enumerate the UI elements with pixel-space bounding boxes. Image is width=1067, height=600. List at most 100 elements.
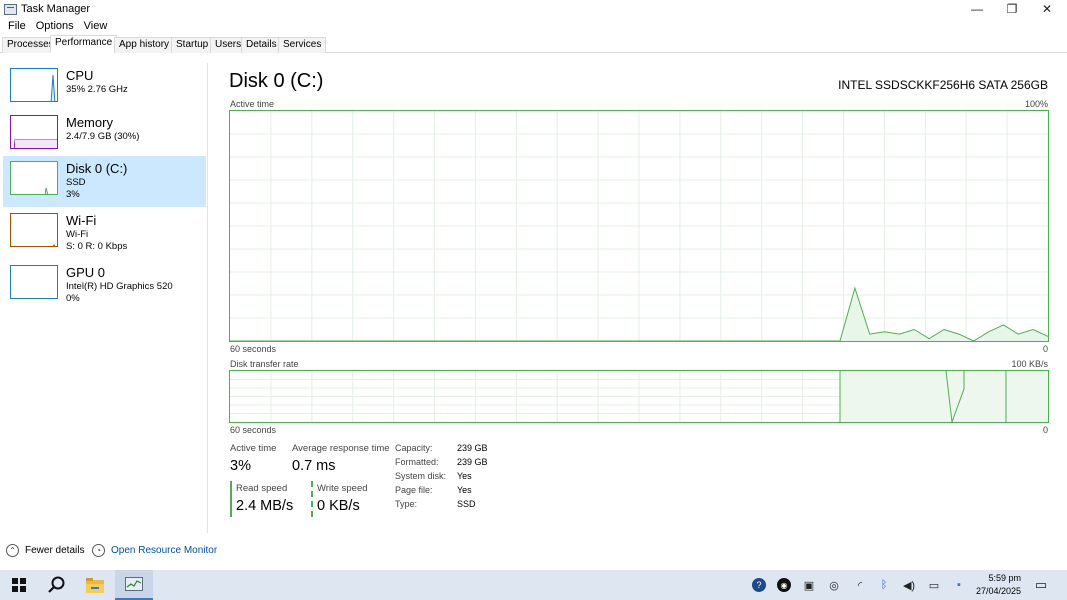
page-file-key: Page file:	[395, 485, 433, 495]
formatted-key: Formatted:	[395, 457, 439, 467]
sidebar-item-label: Memory	[66, 115, 113, 130]
capacity-value: 239 GB	[457, 443, 488, 453]
close-button[interactable]: ✕	[1031, 0, 1063, 18]
sidebar-item-usage: 0%	[66, 293, 80, 304]
formatted-value: 239 GB	[457, 457, 488, 467]
notification-tray-icon[interactable]: ▪	[952, 578, 966, 592]
tab-services[interactable]: Services	[278, 37, 327, 53]
page-title: Disk 0 (C:)	[229, 70, 324, 92]
taskbar-clock[interactable]: 5:59 pm 27/04/2025	[976, 572, 1021, 598]
read-speed-label: Read speed	[236, 483, 288, 494]
sidebar-item-detail: Intel(R) HD Graphics 520	[66, 281, 173, 292]
performance-sidebar: CPU 35% 2.76 GHz Memory 2.4/7.9 GB (30%)…	[0, 63, 208, 533]
window-title: Task Manager	[21, 3, 91, 15]
action-center-icon[interactable]: ▭	[1034, 577, 1048, 592]
wifi-icon[interactable]: ◜	[853, 578, 867, 592]
title-bar: Task Manager — ❐ ✕	[0, 0, 1067, 18]
active-time-window-label: 60 seconds	[230, 344, 277, 354]
active-time-plot	[230, 111, 1048, 341]
menu-bar: File Options View	[0, 18, 112, 34]
tab-performance[interactable]: Performance	[50, 35, 118, 53]
tab-strip: Processes Performance App history Startu…	[0, 35, 1067, 53]
fewer-details-label: Fewer details	[25, 544, 85, 556]
sidebar-item-detail: SSD	[66, 177, 86, 188]
sidebar-item-wifi[interactable]: Wi-Fi Wi-Fi S: 0 R: 0 Kbps	[3, 208, 206, 259]
meet-now-icon[interactable]: ◎	[827, 578, 841, 592]
active-time-graph	[229, 110, 1049, 342]
menu-file[interactable]: File	[3, 20, 31, 32]
sidebar-item-detail: 2.4/7.9 GB (30%)	[66, 131, 140, 142]
read-speed-value: 2.4 MB/s	[236, 498, 294, 514]
open-resource-monitor-link[interactable]: ◔ Open Resource Monitor	[92, 542, 217, 558]
resource-monitor-icon: ◔	[92, 543, 105, 557]
transfer-rate-plot	[230, 371, 1048, 422]
taskbar: ? ◉ ▣ ◎ ◜ ᛒ ◀) ▭ ▪ 5:59 pm 27/04/2025 ▭	[0, 570, 1067, 600]
device-icon[interactable]: ▣	[802, 578, 816, 592]
transfer-rate-min-label: 0	[1042, 425, 1048, 435]
cpu-mini-graph	[10, 68, 58, 102]
fewer-details-button[interactable]: ⌃ Fewer details	[6, 542, 84, 558]
write-speed-indicator	[311, 481, 313, 517]
page-file-value: Yes	[457, 485, 472, 495]
system-disk-key: System disk:	[395, 471, 447, 481]
help-icon[interactable]: ?	[752, 578, 766, 592]
windows-logo-icon	[12, 578, 26, 592]
sidebar-item-label: Wi-Fi	[66, 213, 97, 228]
transfer-rate-max-label: 100 KB/s	[1011, 359, 1048, 369]
disk-model: INTEL SSDSCKKF256H6 SATA 256GB	[838, 78, 1048, 92]
write-speed-label: Write speed	[317, 483, 368, 494]
resource-monitor-label: Open Resource Monitor	[111, 544, 218, 556]
start-button[interactable]	[0, 570, 38, 600]
type-value: SSD	[457, 499, 476, 509]
tab-details[interactable]: Details	[241, 37, 282, 53]
write-speed-value: 0 KB/s	[317, 498, 360, 514]
sidebar-item-throughput: S: 0 R: 0 Kbps	[66, 241, 128, 252]
memory-mini-graph	[10, 115, 58, 149]
response-time-label: Average response time	[292, 443, 390, 454]
minimize-button[interactable]: —	[961, 0, 993, 18]
file-explorer-button[interactable]	[76, 570, 114, 600]
search-icon	[48, 576, 65, 593]
sidebar-item-usage: 3%	[66, 189, 80, 200]
active-time-stat-label: Active time	[230, 443, 277, 454]
search-button[interactable]	[38, 570, 76, 600]
volume-icon[interactable]: ◀)	[902, 578, 916, 592]
task-manager-taskbar-button[interactable]	[115, 570, 153, 600]
capacity-key: Capacity:	[395, 443, 433, 453]
sidebar-item-detail: 35% 2.76 GHz	[66, 84, 128, 95]
chevron-up-icon: ⌃	[6, 543, 19, 557]
wifi-mini-graph	[10, 213, 58, 247]
disk-mini-graph	[10, 161, 58, 195]
task-manager-icon	[4, 3, 17, 15]
gpu-mini-graph	[10, 265, 58, 299]
tab-startup[interactable]: Startup	[171, 37, 214, 53]
sidebar-item-cpu[interactable]: CPU 35% 2.76 GHz	[3, 63, 206, 114]
battery-icon[interactable]: ▭	[927, 578, 941, 592]
tab-app-history[interactable]: App history	[114, 37, 175, 53]
transfer-rate-area	[840, 371, 1048, 422]
type-key: Type:	[395, 499, 418, 509]
sidebar-item-label: Disk 0 (C:)	[66, 161, 128, 176]
restore-button[interactable]: ❐	[996, 0, 1028, 18]
read-speed-indicator	[230, 481, 232, 517]
active-time-min-label: 0	[1042, 344, 1048, 354]
sidebar-item-gpu[interactable]: GPU 0 Intel(R) HD Graphics 520 0%	[3, 260, 206, 311]
app-tray-icon[interactable]: ◉	[777, 578, 791, 592]
sidebar-item-label: CPU	[66, 68, 94, 83]
clock-date: 27/04/2025	[975, 586, 1021, 596]
active-time-graph-label: Active time	[230, 99, 275, 109]
transfer-rate-window-label: 60 seconds	[230, 425, 277, 435]
sidebar-item-detail: Wi-Fi	[66, 229, 89, 240]
menu-view[interactable]: View	[79, 20, 113, 32]
transfer-rate-graph	[229, 370, 1049, 423]
system-disk-value: Yes	[457, 471, 472, 481]
menu-options[interactable]: Options	[31, 20, 79, 32]
clock-time: 5:59 pm	[988, 573, 1021, 583]
sidebar-item-disk[interactable]: Disk 0 (C:) SSD 3%	[3, 156, 206, 207]
bluetooth-icon[interactable]: ᛒ	[877, 578, 891, 592]
sidebar-item-memory[interactable]: Memory 2.4/7.9 GB (30%)	[3, 110, 206, 161]
response-time-value: 0.7 ms	[292, 458, 336, 474]
sidebar-item-label: GPU 0	[66, 265, 106, 280]
folder-icon	[86, 577, 104, 593]
task-manager-icon	[125, 576, 143, 591]
